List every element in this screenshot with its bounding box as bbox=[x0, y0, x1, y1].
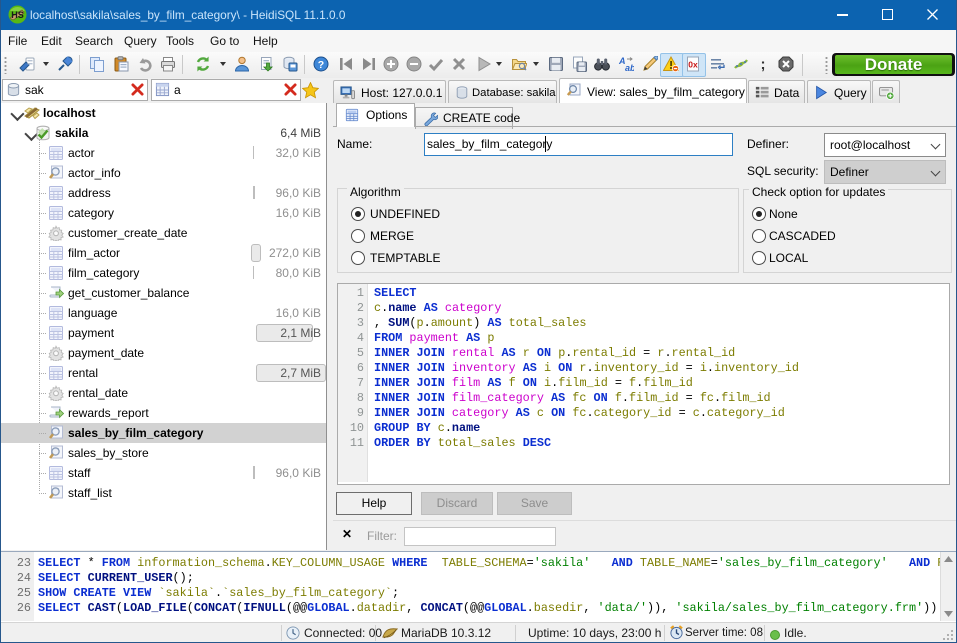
svg-text:0x: 0x bbox=[688, 60, 698, 70]
svg-text:;: ; bbox=[761, 56, 766, 72]
svg-text:HS: HS bbox=[11, 10, 24, 20]
svg-text:ab: ab bbox=[625, 63, 634, 72]
svg-text:?: ? bbox=[318, 59, 324, 71]
